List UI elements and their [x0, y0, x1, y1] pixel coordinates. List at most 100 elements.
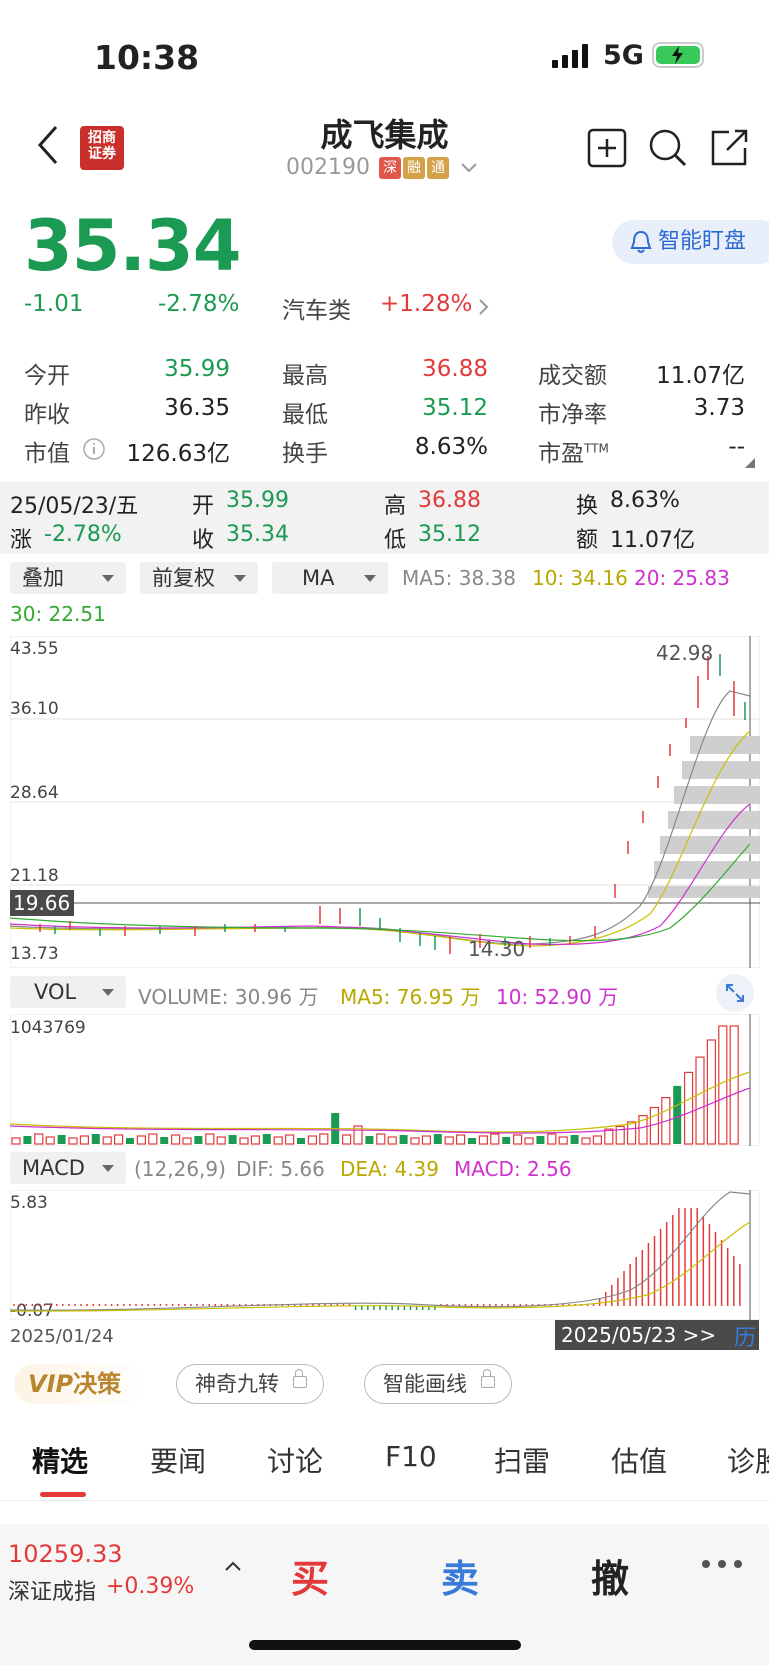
- lock-icon: [293, 1369, 307, 1388]
- ma-dropdown[interactable]: MA: [272, 562, 388, 594]
- open-label: 今开: [24, 363, 70, 389]
- volume-bar: [171, 1134, 181, 1145]
- info-high-label: 高: [384, 494, 407, 519]
- volume-chart[interactable]: 1043769: [10, 1014, 760, 1146]
- volume-bar: [536, 1136, 545, 1144]
- sector-pct[interactable]: +1.28%: [380, 291, 472, 317]
- volume-bar: [194, 1136, 203, 1144]
- info-amt: 11.07亿: [610, 528, 695, 553]
- history-link[interactable]: 历: [734, 1320, 756, 1352]
- high-value: 36.88: [422, 356, 488, 382]
- volume-max-label: 1043769: [10, 1018, 86, 1038]
- volume-bar: [307, 1135, 317, 1145]
- volume-bar: [706, 1039, 717, 1145]
- kline-info-bar: 25/05/23/五 开 35.99 高 36.88 换 8.63% 涨 -2.…: [0, 482, 769, 554]
- tab-risk-scan[interactable]: 扫雷: [494, 1440, 550, 1480]
- adjust-dropdown[interactable]: 前复权: [140, 562, 258, 594]
- info-close: 35.34: [226, 522, 289, 547]
- lock-icon: [481, 1369, 495, 1388]
- y-label-2: 36.10: [10, 699, 59, 719]
- ma20-legend: 20: 25.83: [634, 566, 730, 590]
- vol-ma10-legend: 10: 52.90 万: [496, 985, 619, 1009]
- tab-valuation[interactable]: 估值: [611, 1440, 667, 1480]
- tab-f10[interactable]: F10: [385, 1440, 437, 1473]
- fullscreen-button[interactable]: [716, 974, 754, 1012]
- low-label: 最低: [282, 402, 328, 428]
- cancel-button[interactable]: 撤: [591, 1548, 629, 1603]
- volume-bar: [592, 1135, 603, 1145]
- stock-code[interactable]: 002190 深融通: [286, 155, 478, 180]
- more-icon[interactable]: [700, 1558, 744, 1570]
- sector-name[interactable]: 汽车类: [282, 291, 351, 325]
- macd-dropdown[interactable]: MACD: [10, 1152, 126, 1184]
- market-cap-value: 126.63亿: [126, 441, 230, 467]
- add-watchlist-icon[interactable]: [587, 128, 627, 168]
- tab-news[interactable]: 要闻: [150, 1440, 206, 1480]
- ma5-line: [10, 690, 751, 945]
- tab-diagnosis[interactable]: 诊股: [727, 1440, 769, 1480]
- volume-bar: [513, 1134, 523, 1145]
- chevron-down-icon: [461, 163, 477, 173]
- macd-frame: [10, 1190, 760, 1320]
- tab-discussion[interactable]: 讨论: [267, 1440, 323, 1480]
- volume-bar: [91, 1134, 100, 1144]
- volume-bars: [11, 1025, 739, 1145]
- expand-corner-icon[interactable]: [745, 458, 755, 468]
- candles: [39, 654, 746, 954]
- volume-bar: [695, 1056, 705, 1145]
- share-icon[interactable]: [709, 128, 749, 168]
- volume-bar: [34, 1133, 44, 1145]
- volume-bar: [673, 1085, 682, 1144]
- decision-label: 决策: [73, 1370, 122, 1398]
- magic-nine-chip[interactable]: 神奇九转: [176, 1364, 324, 1404]
- vip-decision-button[interactable]: VIP决策: [14, 1364, 146, 1404]
- pb-value: 3.73: [693, 395, 745, 421]
- volume-bar: [319, 1133, 329, 1145]
- info-open: 35.99: [226, 488, 289, 513]
- overlay-dropdown[interactable]: 叠加: [10, 562, 126, 594]
- info-open-label: 开: [192, 494, 215, 519]
- macd-chart[interactable]: 5.83 -0.07: [10, 1190, 760, 1320]
- volume-bar: [239, 1137, 249, 1145]
- index-value[interactable]: 10259.33: [8, 1540, 123, 1568]
- kline-chart[interactable]: 43.55 36.10 28.64 21.18 13.73 19.66 42.9…: [10, 636, 760, 968]
- smart-draw-chip[interactable]: 智能画线: [364, 1364, 512, 1404]
- info-date: 25/05/23/五: [10, 494, 139, 519]
- search-icon[interactable]: [648, 128, 688, 168]
- home-indicator: [249, 1640, 521, 1650]
- chevron-up-icon[interactable]: [224, 1560, 242, 1572]
- ma30-legend: 30: 22.51: [10, 602, 106, 626]
- date-end: 2025/05/23 >>: [561, 1323, 717, 1347]
- volume-bar: [729, 1025, 739, 1145]
- volume-bar: [502, 1137, 511, 1144]
- dif-line: [10, 1191, 751, 1311]
- volume-bar: [444, 1136, 454, 1145]
- chevron-right-icon[interactable]: [478, 298, 490, 316]
- chip2-label: 智能画线: [383, 1372, 467, 1396]
- price-change-pct: -2.78%: [158, 291, 240, 317]
- current-price: 35.34: [24, 205, 241, 287]
- volume-bar: [102, 1136, 112, 1145]
- low-value: 35.12: [422, 395, 488, 421]
- tab-featured[interactable]: 精选: [32, 1440, 88, 1480]
- dea-line: [10, 1221, 751, 1312]
- info-icon[interactable]: [82, 437, 106, 461]
- buy-button[interactable]: 买: [291, 1548, 329, 1603]
- turnover-value: 8.63%: [414, 434, 488, 460]
- index-name[interactable]: 深证成指: [8, 1574, 96, 1606]
- date-start: 2025/01/24: [10, 1326, 114, 1347]
- smart-watch-button[interactable]: 智能盯盘: [612, 220, 769, 264]
- info-high: 36.88: [418, 488, 481, 513]
- vol-ma5-legend: MA5: 76.95 万: [340, 985, 481, 1009]
- y-label-5: 13.73: [10, 944, 59, 964]
- volume-bar: [456, 1134, 466, 1145]
- volume-bar: [468, 1138, 476, 1144]
- volume-bar: [228, 1135, 237, 1144]
- ma5-legend: MA5: 38.38: [402, 566, 517, 590]
- volume-bar: [604, 1128, 614, 1145]
- sell-button[interactable]: 卖: [441, 1548, 479, 1603]
- vip-label: VIP: [28, 1370, 74, 1398]
- pb-label: 市净率: [538, 402, 607, 428]
- vol-dropdown[interactable]: VOL: [10, 976, 126, 1008]
- volume-bar: [68, 1137, 78, 1145]
